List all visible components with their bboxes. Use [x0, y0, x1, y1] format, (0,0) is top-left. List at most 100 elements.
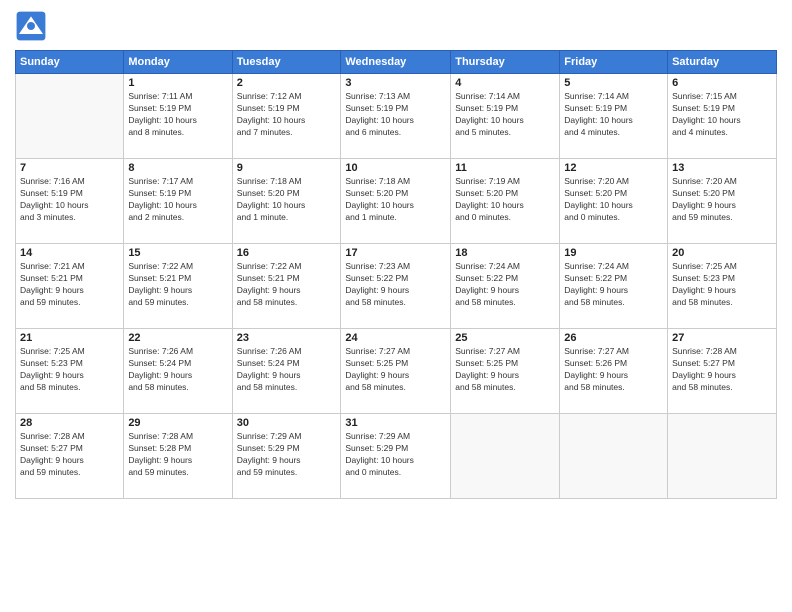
calendar-day-cell: 23 Sunrise: 7:26 AM Sunset: 5:24 PM Dayli…: [232, 329, 341, 414]
day-number: 12: [564, 162, 663, 174]
day-number: 23: [237, 332, 337, 344]
day-number: 29: [128, 417, 227, 429]
calendar-day-cell: 25 Sunrise: 7:27 AM Sunset: 5:25 PM Dayli…: [451, 329, 560, 414]
day-info: Sunrise: 7:14 AM Sunset: 5:19 PM Dayligh…: [564, 91, 663, 139]
calendar-day-cell: 18 Sunrise: 7:24 AM Sunset: 5:22 PM Dayli…: [451, 244, 560, 329]
day-number: 3: [345, 77, 446, 89]
day-number: 15: [128, 247, 227, 259]
day-info: Sunrise: 7:27 AM Sunset: 5:25 PM Dayligh…: [455, 346, 555, 394]
calendar-week-row: 21Sunrise: 7:25 AM Sunset: 5:23 PM Dayli…: [16, 329, 777, 414]
calendar-day-cell: 20 Sunrise: 7:25 AM Sunset: 5:23 PM Dayli…: [668, 244, 777, 329]
calendar-day-cell: 13 Sunrise: 7:20 AM Sunset: 5:20 PM Dayli…: [668, 159, 777, 244]
calendar-day-header: Monday: [124, 51, 232, 74]
logo-icon: [15, 10, 47, 42]
day-number: 20: [672, 247, 772, 259]
calendar-day-cell: 21Sunrise: 7:25 AM Sunset: 5:23 PM Dayli…: [16, 329, 124, 414]
calendar-day-cell: 8Sunrise: 7:17 AM Sunset: 5:19 PM Daylig…: [124, 159, 232, 244]
day-info: Sunrise: 7:26 AM Sunset: 5:24 PM Dayligh…: [128, 346, 227, 394]
day-number: 17: [345, 247, 446, 259]
day-info: Sunrise: 7:29 AM Sunset: 5:29 PM Dayligh…: [237, 431, 337, 479]
day-info: Sunrise: 7:18 AM Sunset: 5:20 PM Dayligh…: [345, 176, 446, 224]
calendar-week-row: 28 Sunrise: 7:28 AM Sunset: 5:27 PM Dayli…: [16, 414, 777, 499]
day-info: Sunrise: 7:28 AM Sunset: 5:27 PM Dayligh…: [672, 346, 772, 394]
day-info: Sunrise: 7:27 AM Sunset: 5:26 PM Dayligh…: [564, 346, 663, 394]
page: SundayMondayTuesdayWednesdayThursdayFrid…: [0, 0, 792, 612]
day-info: Sunrise: 7:20 AM Sunset: 5:20 PM Dayligh…: [672, 176, 772, 224]
day-info: Sunrise: 7:14 AM Sunset: 5:19 PM Dayligh…: [455, 91, 555, 139]
day-number: 7: [20, 162, 119, 174]
day-info: Sunrise: 7:12 AM Sunset: 5:19 PM Dayligh…: [237, 91, 337, 139]
logo: [15, 10, 53, 42]
day-info: Sunrise: 7:25 AM Sunset: 5:23 PM Dayligh…: [672, 261, 772, 309]
calendar-day-cell: 9 Sunrise: 7:18 AM Sunset: 5:20 PM Daylig…: [232, 159, 341, 244]
calendar-week-row: 7 Sunrise: 7:16 AM Sunset: 5:19 PM Daylig…: [16, 159, 777, 244]
day-number: 16: [237, 247, 337, 259]
calendar-day-cell: 27 Sunrise: 7:28 AM Sunset: 5:27 PM Dayli…: [668, 329, 777, 414]
header: [15, 10, 777, 42]
day-number: 6: [672, 77, 772, 89]
calendar-day-cell: 16 Sunrise: 7:22 AM Sunset: 5:21 PM Dayli…: [232, 244, 341, 329]
day-info: Sunrise: 7:23 AM Sunset: 5:22 PM Dayligh…: [345, 261, 446, 309]
calendar-day-cell: 15Sunrise: 7:22 AM Sunset: 5:21 PM Dayli…: [124, 244, 232, 329]
day-number: 1: [128, 77, 227, 89]
day-info: Sunrise: 7:16 AM Sunset: 5:19 PM Dayligh…: [20, 176, 119, 224]
day-number: 24: [345, 332, 446, 344]
calendar-day-cell: 29Sunrise: 7:28 AM Sunset: 5:28 PM Dayli…: [124, 414, 232, 499]
day-info: Sunrise: 7:17 AM Sunset: 5:19 PM Dayligh…: [128, 176, 227, 224]
calendar-day-cell: 7 Sunrise: 7:16 AM Sunset: 5:19 PM Daylig…: [16, 159, 124, 244]
calendar-day-cell: 3 Sunrise: 7:13 AM Sunset: 5:19 PM Daylig…: [341, 74, 451, 159]
calendar-week-row: 14 Sunrise: 7:21 AM Sunset: 5:21 PM Dayli…: [16, 244, 777, 329]
calendar-header-row: SundayMondayTuesdayWednesdayThursdayFrid…: [16, 51, 777, 74]
day-number: 27: [672, 332, 772, 344]
day-number: 22: [128, 332, 227, 344]
day-number: 11: [455, 162, 555, 174]
calendar-day-header: Saturday: [668, 51, 777, 74]
day-number: 26: [564, 332, 663, 344]
day-number: 5: [564, 77, 663, 89]
calendar-day-cell: [16, 74, 124, 159]
day-info: Sunrise: 7:24 AM Sunset: 5:22 PM Dayligh…: [455, 261, 555, 309]
day-info: Sunrise: 7:20 AM Sunset: 5:20 PM Dayligh…: [564, 176, 663, 224]
day-info: Sunrise: 7:21 AM Sunset: 5:21 PM Dayligh…: [20, 261, 119, 309]
calendar-day-cell: [451, 414, 560, 499]
calendar-day-cell: 26 Sunrise: 7:27 AM Sunset: 5:26 PM Dayli…: [560, 329, 668, 414]
day-number: 4: [455, 77, 555, 89]
day-number: 14: [20, 247, 119, 259]
calendar-week-row: 1 Sunrise: 7:11 AM Sunset: 5:19 PM Daylig…: [16, 74, 777, 159]
day-number: 9: [237, 162, 337, 174]
day-info: Sunrise: 7:13 AM Sunset: 5:19 PM Dayligh…: [345, 91, 446, 139]
calendar-day-cell: 28 Sunrise: 7:28 AM Sunset: 5:27 PM Dayli…: [16, 414, 124, 499]
day-info: Sunrise: 7:29 AM Sunset: 5:29 PM Dayligh…: [345, 431, 446, 479]
calendar-day-cell: 5 Sunrise: 7:14 AM Sunset: 5:19 PM Daylig…: [560, 74, 668, 159]
day-info: Sunrise: 7:11 AM Sunset: 5:19 PM Dayligh…: [128, 91, 227, 139]
day-info: Sunrise: 7:26 AM Sunset: 5:24 PM Dayligh…: [237, 346, 337, 394]
calendar-day-cell: 24 Sunrise: 7:27 AM Sunset: 5:25 PM Dayli…: [341, 329, 451, 414]
day-number: 2: [237, 77, 337, 89]
calendar-day-header: Thursday: [451, 51, 560, 74]
calendar-day-header: Tuesday: [232, 51, 341, 74]
day-info: Sunrise: 7:15 AM Sunset: 5:19 PM Dayligh…: [672, 91, 772, 139]
calendar-day-cell: 31 Sunrise: 7:29 AM Sunset: 5:29 PM Dayli…: [341, 414, 451, 499]
day-info: Sunrise: 7:18 AM Sunset: 5:20 PM Dayligh…: [237, 176, 337, 224]
calendar-day-cell: 30 Sunrise: 7:29 AM Sunset: 5:29 PM Dayli…: [232, 414, 341, 499]
day-number: 28: [20, 417, 119, 429]
day-info: Sunrise: 7:24 AM Sunset: 5:22 PM Dayligh…: [564, 261, 663, 309]
calendar-day-cell: 4 Sunrise: 7:14 AM Sunset: 5:19 PM Daylig…: [451, 74, 560, 159]
day-info: Sunrise: 7:19 AM Sunset: 5:20 PM Dayligh…: [455, 176, 555, 224]
calendar-day-cell: 14 Sunrise: 7:21 AM Sunset: 5:21 PM Dayli…: [16, 244, 124, 329]
day-number: 30: [237, 417, 337, 429]
day-info: Sunrise: 7:27 AM Sunset: 5:25 PM Dayligh…: [345, 346, 446, 394]
calendar-day-cell: 19Sunrise: 7:24 AM Sunset: 5:22 PM Dayli…: [560, 244, 668, 329]
calendar-day-cell: [668, 414, 777, 499]
calendar: SundayMondayTuesdayWednesdayThursdayFrid…: [15, 50, 777, 499]
calendar-day-cell: 1 Sunrise: 7:11 AM Sunset: 5:19 PM Daylig…: [124, 74, 232, 159]
day-info: Sunrise: 7:28 AM Sunset: 5:27 PM Dayligh…: [20, 431, 119, 479]
day-info: Sunrise: 7:22 AM Sunset: 5:21 PM Dayligh…: [237, 261, 337, 309]
calendar-day-header: Wednesday: [341, 51, 451, 74]
day-number: 25: [455, 332, 555, 344]
calendar-day-cell: 17 Sunrise: 7:23 AM Sunset: 5:22 PM Dayli…: [341, 244, 451, 329]
calendar-day-cell: 12 Sunrise: 7:20 AM Sunset: 5:20 PM Dayli…: [560, 159, 668, 244]
day-number: 13: [672, 162, 772, 174]
day-number: 18: [455, 247, 555, 259]
day-number: 31: [345, 417, 446, 429]
